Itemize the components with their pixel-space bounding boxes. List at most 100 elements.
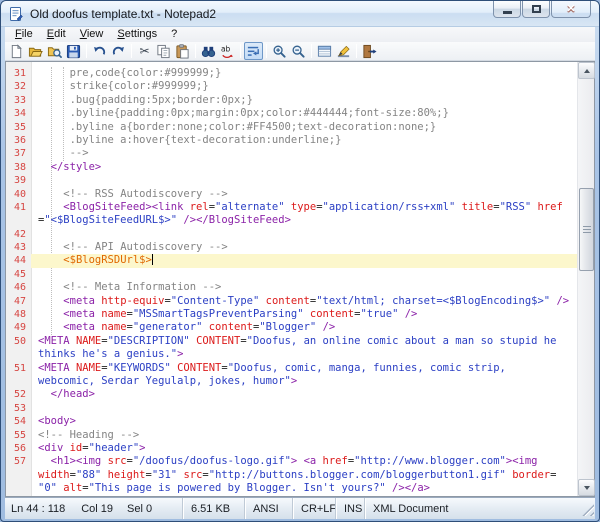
line-number: 38 [13, 161, 26, 173]
editor-line-text[interactable]: <meta http-equiv="Content-Type" content=… [31, 295, 577, 308]
copy-icon [157, 44, 170, 58]
window-title: Old doofus template.txt - Notepad2 [30, 6, 217, 21]
editor-row: 34 .byline{padding:0px;margin:0px;color:… [6, 107, 577, 120]
editor-line-text[interactable]: <META NAME="KEYWORDS" CONTENT="Doofus, c… [31, 362, 577, 375]
menu-item-view[interactable]: View [73, 27, 111, 42]
editor-line-text[interactable]: <BlogSiteFeed><link rel="alternate" type… [31, 201, 577, 214]
editor-line-text[interactable]: <meta name="MSSmartTagsPreventParsing" c… [31, 308, 577, 321]
editor-line-text[interactable]: .bug{padding:5px;border:0px;} [31, 94, 577, 107]
line-number: 46 [13, 282, 26, 294]
new-file-button[interactable] [7, 42, 26, 60]
editor-row: 35 .byline a{border:none;color:#FF4500;t… [6, 121, 577, 134]
line-number: 32 [13, 81, 26, 93]
toolbar-separator [131, 44, 132, 58]
editor-line-text[interactable]: pre,code{color:#999999;} [31, 67, 577, 80]
editor-line-text[interactable]: <div id="header"> [31, 442, 577, 455]
editor-row: 48 <meta name="MSSmartTagsPreventParsing… [6, 308, 577, 321]
editor-line-text[interactable]: width="88" height="31" src="http://butto… [31, 469, 577, 482]
save-button[interactable] [64, 42, 83, 60]
editor-line-text[interactable]: --> [31, 147, 577, 160]
menu-item-settings[interactable]: Settings [110, 27, 164, 42]
exit-icon [363, 44, 377, 58]
editor: 31 pre,code{color:#999999;} 32 strike{col… [5, 61, 595, 497]
editor-line-text[interactable]: .byline a:hover{text-decoration:underlin… [31, 134, 577, 147]
editor-line-text[interactable]: <!-- API Autodiscovery --> [31, 241, 577, 254]
browse-files-button[interactable] [45, 42, 64, 60]
editor-line-text[interactable]: .byline{padding:0px;margin:0px;color:#44… [31, 107, 577, 120]
editor-row: "0" alt="This page is powered by Blogger… [6, 482, 577, 495]
scrollbar-thumb[interactable] [579, 188, 594, 271]
editor-line-text[interactable]: thinks he's a genius."> [31, 348, 577, 361]
editor-row: 42 [6, 228, 577, 241]
paste-button[interactable] [173, 42, 192, 60]
editor-line-text[interactable]: <!-- RSS Autodiscovery --> [31, 188, 577, 201]
line-number [6, 214, 31, 227]
toolbar-separator [356, 44, 357, 58]
editor-line-text[interactable]: <h1><img src="/doofus/doofus-logo.gif"> … [31, 455, 577, 468]
editor-line-text[interactable] [31, 268, 577, 281]
select-scheme-button[interactable] [334, 42, 353, 60]
editor-line-text[interactable]: <META NAME="DESCRIPTION" CONTENT="Doofus… [31, 335, 577, 348]
close-button[interactable]: ✕ [551, 1, 591, 18]
minimize-button[interactable] [493, 1, 521, 18]
word-wrap-button[interactable] [244, 42, 263, 60]
open-file-button[interactable] [26, 42, 45, 60]
zoomin-icon [273, 45, 286, 58]
vertical-scrollbar[interactable] [577, 62, 595, 496]
editor-row: 56 <div id="header"> [6, 442, 577, 455]
line-number: 44 [13, 255, 26, 267]
copy-button[interactable] [154, 42, 173, 60]
editor-line-text[interactable] [31, 228, 577, 241]
line-number: 43 [13, 242, 26, 254]
customize-schemes-button[interactable] [315, 42, 334, 60]
encoding-status[interactable]: ANSI [245, 498, 293, 519]
line-number: 36 [13, 134, 26, 146]
editor-row: ="<$BlogSiteFeedURL$>" /></BlogSiteFeed> [6, 214, 577, 227]
line-number [6, 482, 31, 495]
editor-row: 44 <$BlogRSDUrl$> [6, 254, 577, 268]
editor-line-text[interactable]: <!-- Heading --> [31, 429, 577, 442]
exit-button[interactable] [360, 42, 379, 60]
editor-line-text[interactable]: <meta name="generator" content="Blogger"… [31, 321, 577, 334]
scroll-down-button[interactable] [578, 479, 595, 496]
editor-line-text[interactable]: strike{color:#999999;} [31, 80, 577, 93]
menu-item-edit[interactable]: Edit [40, 27, 73, 42]
replace-button[interactable]: ab [218, 42, 237, 60]
editor-line-text[interactable]: </head> [31, 388, 577, 401]
toolbar-separator [86, 44, 87, 58]
editor-line-text[interactable]: .byline a{border:none;color:#FF4500;text… [31, 121, 577, 134]
eol-status[interactable]: CR+LF [293, 498, 336, 519]
menu-item-help[interactable]: ? [164, 27, 184, 42]
zoom-out-button[interactable] [289, 42, 308, 60]
editor-line-text[interactable] [31, 402, 577, 415]
zoom-in-button[interactable] [270, 42, 289, 60]
doc-type-status[interactable]: XML Document [365, 498, 595, 519]
editor-row: 53 [6, 402, 577, 415]
editor-row: 39 [6, 174, 577, 187]
menu-item-file[interactable]: File [8, 27, 40, 42]
paste-icon [176, 43, 189, 59]
line-number: 54 [13, 416, 26, 428]
editor-row: 36 .byline a:hover{text-decoration:under… [6, 134, 577, 147]
editor-row: 45 [6, 268, 577, 281]
line-number: 45 [13, 268, 26, 280]
editor-line-text[interactable] [31, 174, 577, 187]
cut-button[interactable]: ✂ [135, 42, 154, 60]
editor-line-text[interactable]: webcomic, Serdar Yegulalp, jokes, humor"… [31, 375, 577, 388]
browse-icon [47, 46, 62, 58]
undo-button[interactable] [90, 42, 109, 60]
editor-line-text[interactable]: <body> [31, 415, 577, 428]
text-area[interactable]: 31 pre,code{color:#999999;} 32 strike{col… [6, 62, 577, 496]
insert-mode-status[interactable]: INS [336, 498, 365, 519]
editor-line-text[interactable]: <!-- Meta Information --> [31, 281, 577, 294]
find-button[interactable] [199, 42, 218, 60]
editor-line-text[interactable]: ="<$BlogSiteFeedURL$>" /></BlogSiteFeed> [31, 214, 577, 227]
maximize-button[interactable] [522, 1, 550, 18]
editor-line-text[interactable]: </style> [31, 161, 577, 174]
line-number: 34 [13, 108, 26, 120]
editor-line-text[interactable]: <$BlogRSDUrl$> [31, 254, 577, 268]
editor-line-text[interactable]: "0" alt="This page is powered by Blogger… [31, 482, 577, 495]
line-number: 39 [13, 175, 26, 187]
redo-button[interactable] [109, 42, 128, 60]
scroll-up-button[interactable] [578, 62, 595, 79]
